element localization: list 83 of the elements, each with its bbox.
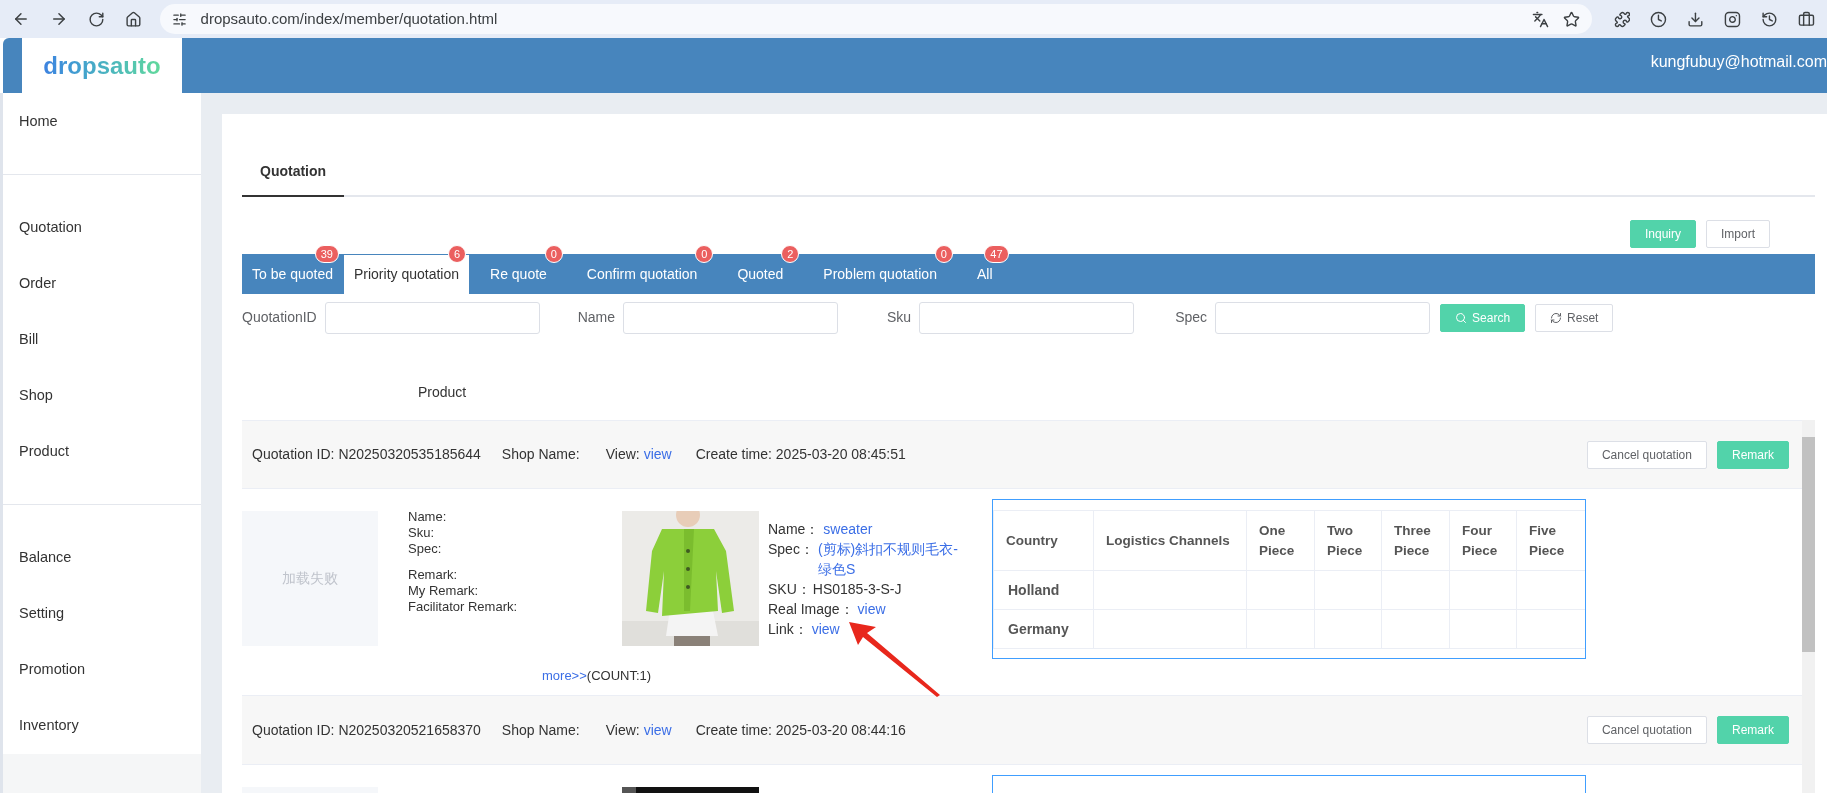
filter-field[interactable] xyxy=(324,301,540,334)
more-link[interactable]: more>> xyxy=(542,666,587,686)
translate-icon[interactable] xyxy=(1531,10,1549,28)
table-cell: Germany xyxy=(993,609,1094,649)
bookmark-star-icon[interactable] xyxy=(1562,10,1580,28)
sidebar-item[interactable]: Balance xyxy=(3,530,201,586)
remark-label: Remark: xyxy=(408,567,459,583)
column-header: Four Piece xyxy=(1449,510,1517,571)
detail-link[interactable]: sweater xyxy=(823,519,873,539)
field-label: Name: xyxy=(408,509,448,525)
camera-icon[interactable] xyxy=(1724,10,1742,28)
filter-label: Name xyxy=(577,308,616,327)
reload-icon[interactable] xyxy=(87,10,105,28)
sidebar-item[interactable]: Product xyxy=(3,424,201,480)
filter-field[interactable] xyxy=(623,301,839,334)
back-icon[interactable] xyxy=(12,10,30,28)
create-time: Create time: 2025-03-20 08:45:51 xyxy=(695,445,906,464)
column-header: Three Piece xyxy=(1381,510,1450,571)
detail-label: SKU： xyxy=(768,580,811,599)
sidebar-item[interactable]: Shop xyxy=(3,368,201,424)
cancel-button[interactable]: Cancel quotation xyxy=(1586,716,1707,744)
filter-label: Spec xyxy=(1174,308,1208,327)
sidebar-item[interactable]: Promotion xyxy=(3,642,201,698)
site-settings-icon[interactable] xyxy=(171,11,187,27)
view-link[interactable]: view xyxy=(643,719,672,741)
view-label: View: xyxy=(605,445,640,464)
detail-link[interactable]: view xyxy=(857,599,886,619)
shop-name-label: Shop Name: xyxy=(501,720,580,740)
detail-value: HS0185-3-S-J xyxy=(812,580,902,599)
import-button[interactable]: Import xyxy=(1706,220,1770,248)
download-icon[interactable] xyxy=(1687,10,1705,28)
filter-label: QuotationID xyxy=(242,308,317,327)
field-label: Spec: xyxy=(408,541,443,557)
filter-field[interactable] xyxy=(919,301,1135,334)
field-label: Sku: xyxy=(408,525,435,541)
sidebar-item[interactable]: Quotation xyxy=(3,200,201,256)
count-badge: 0 xyxy=(544,245,563,263)
table-cell: Holland xyxy=(993,570,1094,610)
user-email[interactable]: kungfubuy@hotmail.com xyxy=(1650,49,1827,74)
remark-label: Facilitator Remark: xyxy=(408,599,519,615)
count-badge: 2 xyxy=(781,245,800,263)
create-time: Create time: 2025-03-20 08:44:16 xyxy=(695,720,906,740)
quotation-id: Quotation ID: N20250320521658370 xyxy=(252,720,481,740)
briefcase-icon[interactable] xyxy=(1798,10,1815,28)
column-header: Five Piece xyxy=(1516,510,1585,571)
sidebar-item[interactable]: Order xyxy=(3,256,201,312)
detail-link[interactable]: view xyxy=(811,619,840,639)
search-icon xyxy=(1455,311,1468,324)
count-badge: 39 xyxy=(314,245,339,263)
clock-icon[interactable] xyxy=(1650,10,1668,28)
address-bar[interactable]: dropsauto.com/index/member/quotation.html xyxy=(159,4,1592,34)
detail-label: Name： xyxy=(768,520,820,539)
view-label: View: xyxy=(605,720,640,740)
filter-label: Sku xyxy=(885,308,912,327)
reset-button[interactable]: Reset xyxy=(1535,303,1614,332)
sidebar-item[interactable]: Bill xyxy=(3,312,201,368)
view-link[interactable]: view xyxy=(643,444,672,465)
refresh-icon xyxy=(1550,311,1563,324)
home-icon[interactable] xyxy=(124,10,142,28)
shop-name-label: Shop Name: xyxy=(501,445,580,464)
column-header: Two Piece xyxy=(1314,510,1382,571)
extensions-icon[interactable] xyxy=(1613,10,1631,28)
cancel-button[interactable]: Cancel quotation xyxy=(1586,440,1707,469)
count-label: (COUNT:1) xyxy=(586,667,652,685)
page-tab[interactable]: Quotation xyxy=(242,147,345,197)
column-header: Country xyxy=(993,510,1094,571)
detail-label: Real Image： xyxy=(768,600,854,619)
filter-field[interactable] xyxy=(1215,301,1431,334)
quotation-id: Quotation ID: N20250320535185644 xyxy=(252,445,481,464)
sidebar-item[interactable]: Setting xyxy=(3,586,201,642)
column-header: Logistics Channels xyxy=(1093,510,1247,571)
remark-label: My Remark: xyxy=(408,583,480,599)
count-badge: 0 xyxy=(695,245,714,263)
count-badge: 47 xyxy=(984,245,1009,263)
sidebar-item[interactable]: Inventory xyxy=(3,698,201,754)
count-badge: 0 xyxy=(934,245,953,263)
url-text: dropsauto.com/index/member/quotation.html xyxy=(200,8,498,29)
detail-label: Link： xyxy=(768,620,808,639)
column-header: One Piece xyxy=(1246,510,1315,571)
history-icon[interactable] xyxy=(1761,10,1779,28)
detail-link[interactable]: (剪标)斜扣不规则毛衣-绿色S xyxy=(817,539,958,579)
column-header: Product xyxy=(418,384,467,400)
detail-label: Spec： xyxy=(768,540,814,559)
